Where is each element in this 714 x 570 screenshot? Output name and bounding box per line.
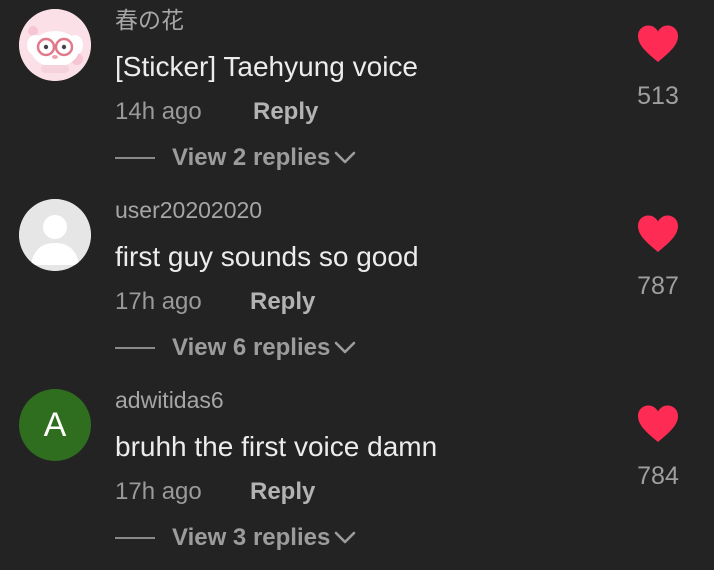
- comment-username[interactable]: adwitidas6: [115, 384, 224, 416]
- comment-item: 春の花 [Sticker] Taehyung voice 14h ago Repl…: [0, 0, 714, 190]
- heart-icon: [638, 405, 678, 442]
- reply-button[interactable]: Reply: [250, 474, 315, 510]
- divider-line: [115, 347, 155, 349]
- comment-text: [Sticker] Taehyung voice: [115, 51, 418, 82]
- view-replies-label: View 3 replies: [172, 524, 331, 551]
- view-replies-button[interactable]: View 3 replies: [115, 520, 356, 556]
- reply-button[interactable]: Reply: [253, 94, 318, 130]
- like-button[interactable]: [636, 404, 680, 444]
- comment-meta: 14h ago Reply: [115, 94, 318, 130]
- heart-icon: [638, 25, 678, 62]
- comment-item: A adwitidas6 bruhh the first voice damn …: [0, 380, 714, 570]
- view-replies-label: View 2 replies: [172, 144, 331, 171]
- chevron-down-icon: [334, 144, 356, 172]
- sticker-avatar-icon: [19, 9, 91, 81]
- reply-button[interactable]: Reply: [250, 284, 315, 320]
- chevron-down-icon: [334, 334, 356, 362]
- avatar-letter: A: [43, 406, 67, 444]
- default-avatar-icon: [19, 199, 91, 271]
- comment-meta: 17h ago Reply: [115, 474, 315, 510]
- comment-username[interactable]: user20202020: [115, 194, 262, 226]
- avatar[interactable]: [19, 9, 91, 81]
- avatar[interactable]: A: [19, 389, 91, 461]
- comment-timestamp: 17h ago: [115, 288, 202, 315]
- divider-line: [115, 537, 155, 539]
- like-button[interactable]: [636, 24, 680, 64]
- view-replies-button[interactable]: View 2 replies: [115, 140, 356, 176]
- comment-timestamp: 14h ago: [115, 98, 202, 125]
- view-replies-button[interactable]: View 6 replies: [115, 330, 356, 366]
- heart-icon: [638, 215, 678, 252]
- comment-timestamp: 17h ago: [115, 478, 202, 505]
- view-replies-label: View 6 replies: [172, 334, 331, 361]
- comment-meta: 17h ago Reply: [115, 284, 315, 320]
- avatar[interactable]: [19, 199, 91, 271]
- divider-line: [115, 157, 155, 159]
- like-count: 784: [637, 462, 679, 490]
- like-count: 513: [637, 82, 679, 110]
- comment-text: bruhh the first voice damn: [115, 431, 438, 462]
- like-button[interactable]: [636, 214, 680, 254]
- chevron-down-icon: [334, 524, 356, 552]
- comment-item: user20202020 first guy sounds so good 17…: [0, 190, 714, 380]
- comment-text: first guy sounds so good: [115, 241, 419, 272]
- comment-username[interactable]: 春の花: [115, 4, 184, 36]
- like-count: 787: [637, 272, 679, 300]
